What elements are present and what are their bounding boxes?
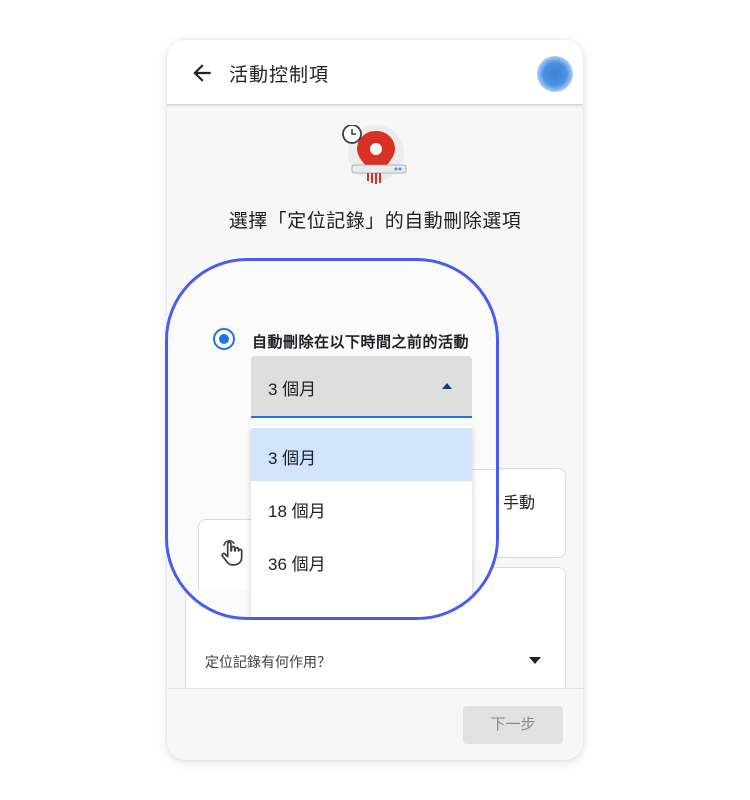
zoom-callout: 自動刪除在以下時間之前的活動 3 個月 3 個月 18 個月 36 個月 bbox=[165, 258, 499, 620]
bottom-bar: 下一步 bbox=[167, 688, 583, 760]
auto-delete-radio[interactable] bbox=[213, 328, 235, 350]
page-title: 活動控制項 bbox=[229, 65, 330, 86]
manual-delete-card-edge bbox=[472, 469, 496, 560]
manual-delete-label: 手動 bbox=[502, 495, 535, 512]
auto-delete-label: 自動刪除在以下時間之前的活動 bbox=[252, 334, 470, 351]
avatar[interactable] bbox=[537, 56, 573, 92]
caret-up-icon bbox=[442, 383, 452, 389]
app-bar: 活動控制項 bbox=[167, 40, 583, 105]
period-select-value: 3 個月 bbox=[268, 380, 317, 399]
caret-down-icon[interactable] bbox=[529, 657, 541, 664]
period-select[interactable]: 3 個月 bbox=[251, 356, 472, 418]
menu-item-label: 3 個月 bbox=[268, 449, 317, 468]
menu-item-label: 18 個月 bbox=[268, 502, 326, 521]
period-dropdown-menu: 3 個月 18 個月 36 個月 bbox=[251, 426, 472, 617]
section-heading: 選擇「定位記錄」的自動刪除選項 bbox=[228, 211, 522, 232]
back-arrow-icon[interactable] bbox=[189, 60, 215, 86]
next-button[interactable]: 下一步 bbox=[463, 706, 563, 744]
menu-item-3-months[interactable]: 3 個月 bbox=[251, 428, 472, 481]
hand-pointer-icon bbox=[221, 540, 243, 566]
menu-item-36-months[interactable]: 36 個月 bbox=[251, 534, 472, 587]
menu-item-18-months[interactable]: 18 個月 bbox=[251, 481, 472, 534]
info-question[interactable]: 定位記錄有何作用？ bbox=[205, 652, 331, 672]
menu-item-label: 36 個月 bbox=[268, 555, 326, 574]
location-history-clock-icon bbox=[342, 125, 407, 184]
